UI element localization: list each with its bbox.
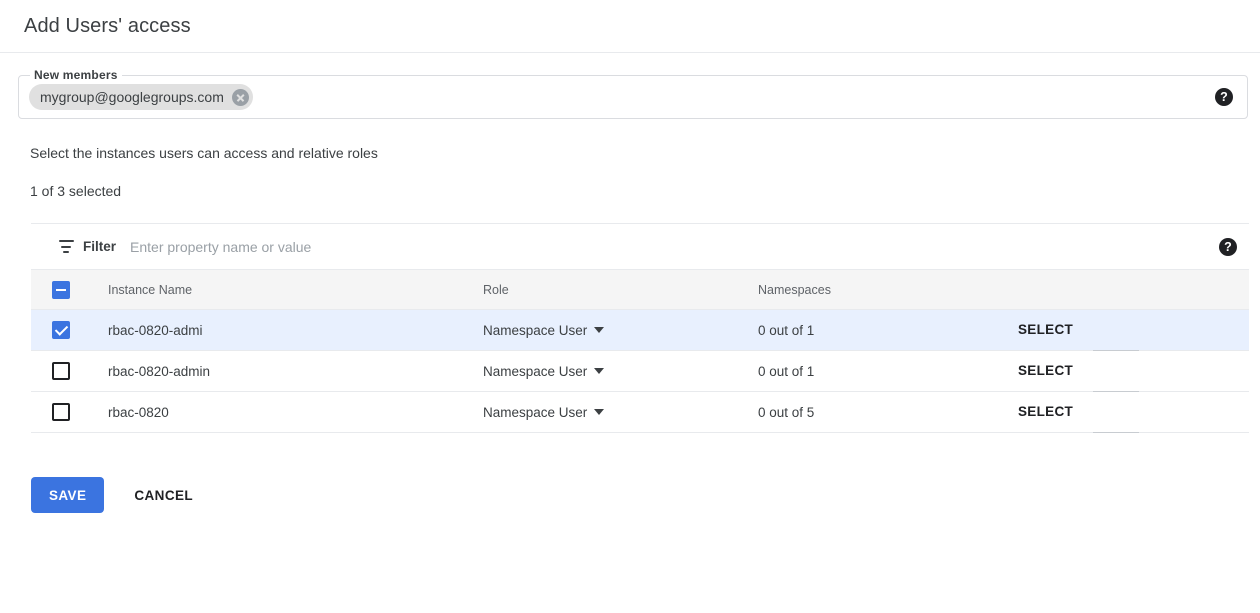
role-dropdown[interactable]: Namespace User <box>483 405 604 420</box>
page-title: Add Users' access <box>24 15 191 38</box>
select-namespaces-button[interactable]: SELECT <box>1018 363 1073 378</box>
select-namespaces-button[interactable]: SELECT <box>1018 404 1073 419</box>
chevron-down-icon <box>594 409 604 415</box>
new-members-label: New members <box>30 68 122 82</box>
cell-action: SELECT <box>1018 321 1249 339</box>
cell-namespaces: 0 out of 1 <box>758 323 1018 338</box>
filter-list-icon[interactable] <box>58 240 74 253</box>
table-row[interactable]: rbac-0820-admi Namespace User 0 out of 1… <box>31 310 1249 351</box>
row-divider-stub <box>1093 432 1139 433</box>
help-icon[interactable]: ? <box>1215 88 1233 106</box>
chevron-down-icon <box>594 327 604 333</box>
role-value: Namespace User <box>483 364 587 379</box>
cell-instance-name: rbac-0820-admi <box>108 323 483 338</box>
member-chip-label: mygroup@googlegroups.com <box>40 89 224 105</box>
cancel-button[interactable]: CANCEL <box>126 477 201 513</box>
role-dropdown[interactable]: Namespace User <box>483 364 604 379</box>
cell-role: Namespace User <box>483 405 758 420</box>
cell-action: SELECT <box>1018 403 1249 421</box>
column-header-instance-name[interactable]: Instance Name <box>108 283 483 297</box>
filter-input[interactable] <box>130 239 1219 255</box>
cell-instance-name: rbac-0820-admin <box>108 364 483 379</box>
role-value: Namespace User <box>483 405 587 420</box>
select-all-checkbox[interactable] <box>52 281 70 299</box>
role-dropdown[interactable]: Namespace User <box>483 323 604 338</box>
member-chip[interactable]: mygroup@googlegroups.com <box>29 84 253 110</box>
row-checkbox-cell <box>31 321 108 339</box>
filter-bar: Filter ? <box>31 224 1249 270</box>
form-actions: SAVE CANCEL <box>31 477 1260 513</box>
help-icon[interactable]: ? <box>1219 238 1237 256</box>
column-header-namespaces[interactable]: Namespaces <box>758 283 1018 297</box>
select-all-cell <box>31 281 108 299</box>
page-header: Add Users' access <box>0 0 1260 53</box>
table-row[interactable]: rbac-0820 Namespace User 0 out of 5 SELE… <box>31 392 1249 433</box>
row-checkbox-cell <box>31 362 108 380</box>
cell-role: Namespace User <box>483 364 758 379</box>
cell-role: Namespace User <box>483 323 758 338</box>
save-button[interactable]: SAVE <box>31 477 104 513</box>
chevron-down-icon <box>594 368 604 374</box>
role-value: Namespace User <box>483 323 587 338</box>
table-row[interactable]: rbac-0820-admin Namespace User 0 out of … <box>31 351 1249 392</box>
cell-action: SELECT <box>1018 362 1249 380</box>
instances-table: Instance Name Role Namespaces rbac-0820-… <box>31 270 1249 433</box>
cell-namespaces: 0 out of 1 <box>758 364 1018 379</box>
instruction-text: Select the instances users can access an… <box>30 145 1260 161</box>
column-header-role[interactable]: Role <box>483 283 758 297</box>
instances-table-card: Filter ? Instance Name Role Namespaces r… <box>31 223 1249 433</box>
new-members-field[interactable]: New members mygroup@googlegroups.com ? <box>18 75 1248 119</box>
selection-summary: 1 of 3 selected <box>30 183 1260 199</box>
row-checkbox[interactable] <box>52 321 70 339</box>
new-members-field-wrapper: New members mygroup@googlegroups.com ? <box>18 75 1248 119</box>
close-circle-icon[interactable] <box>232 89 249 106</box>
cell-instance-name: rbac-0820 <box>108 405 483 420</box>
cell-namespaces: 0 out of 5 <box>758 405 1018 420</box>
select-namespaces-button[interactable]: SELECT <box>1018 322 1073 337</box>
table-header-row: Instance Name Role Namespaces <box>31 270 1249 310</box>
row-checkbox[interactable] <box>52 403 70 421</box>
row-checkbox-cell <box>31 403 108 421</box>
filter-label: Filter <box>83 239 116 254</box>
row-checkbox[interactable] <box>52 362 70 380</box>
